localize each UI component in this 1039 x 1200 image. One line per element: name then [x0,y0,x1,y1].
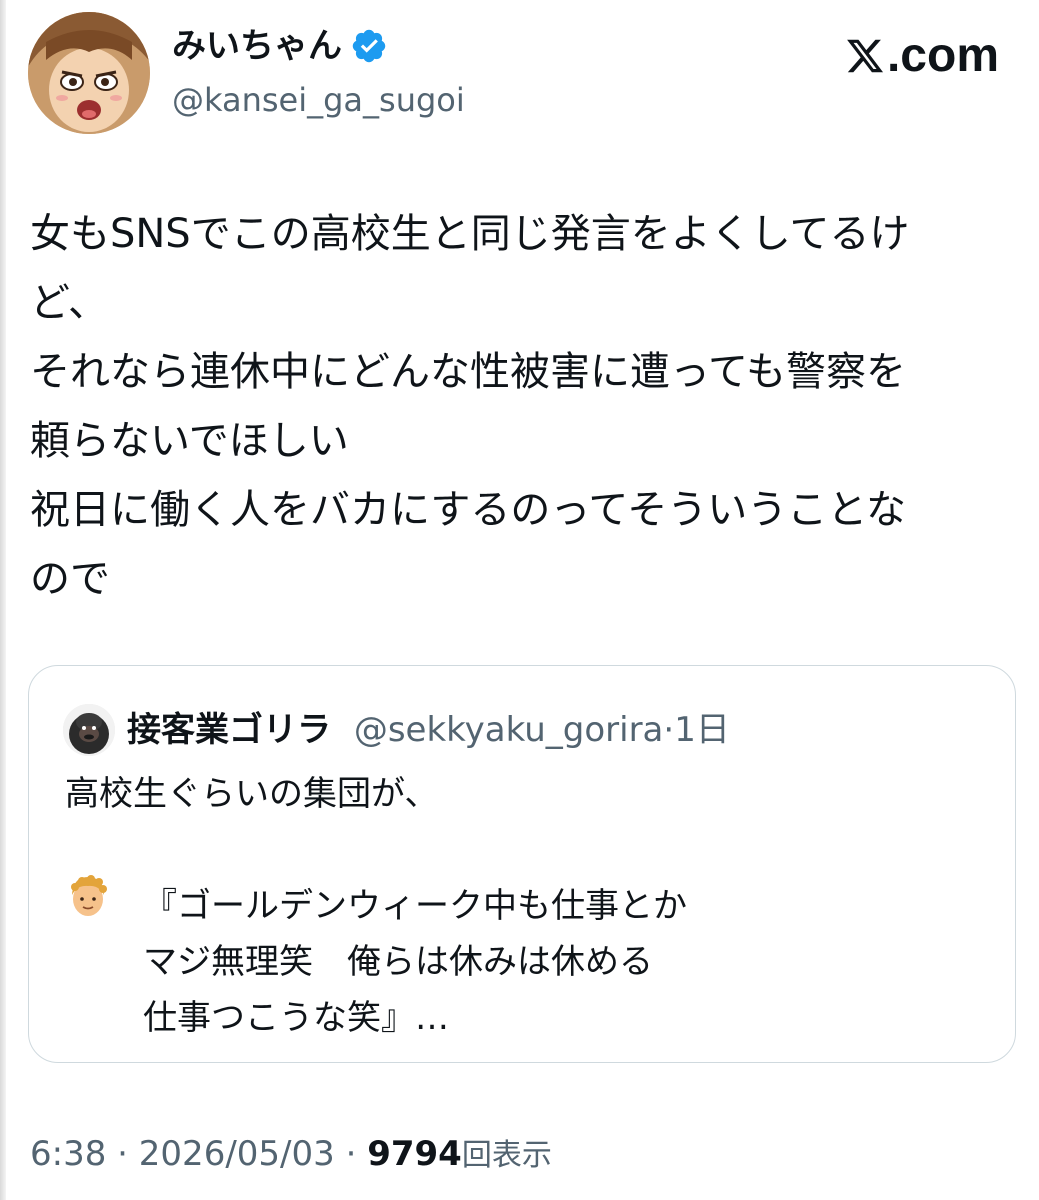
left-edge-strip [0,0,6,1200]
quoted-author-avatar[interactable] [63,704,115,756]
tweet-line: 頼らないでほしい [30,418,349,464]
author-handle[interactable]: @kansei_ga_sugoi [172,78,465,122]
x-com-brand: .com [845,30,999,82]
tweet-time[interactable]: 6:38 [30,1134,106,1174]
x-logo-icon [847,39,884,73]
person-emoji-icon [71,875,107,916]
gorilla-avatar-icon [63,704,115,756]
tweet-footer: 6:38 · 2026/05/03 · 9794回表示 [30,1130,552,1180]
x-com-text: .com [886,29,999,82]
verified-badge-icon [352,29,386,63]
tweet-text: 女もSNSでこの高校生と同じ発言をよくしてるけ ど、 それなら連休中にどんな性被… [30,200,1005,614]
quoted-line: 『ゴールデンウィーク中も仕事とか [143,886,687,926]
footer-separator: · [117,1134,128,1174]
author-name-text: みいちゃん [172,26,342,66]
tweet-date[interactable]: 2026/05/03 [139,1134,335,1174]
quoted-tweet-card[interactable]: 接客業ゴリラ @sekkyaku_gorira·1日 高校生ぐらいの集団が、 ​… [28,665,1016,1063]
author-avatar[interactable] [28,12,150,134]
quoted-tweet-header: 接客業ゴリラ @sekkyaku_gorira·1日 [127,704,730,756]
tweet-line: 祝日に働く人をバカにするのってそういうことな [30,487,906,533]
quoted-time-ago[interactable]: 1日 [674,710,730,750]
quoted-blank-line: ​ [65,822,687,878]
anime-character-avatar-icon [28,12,150,134]
quoted-author-handle[interactable]: @sekkyaku_gorira [354,710,664,750]
tweet-line: ので [30,556,110,602]
quoted-line: マジ無理笑 俺らは休みは休める [143,942,653,982]
quoted-line: 高校生ぐらいの集団が、 [65,774,439,814]
quoted-author-name[interactable]: 接客業ゴリラ [127,710,331,750]
views-label: 回表示 [461,1138,552,1173]
author-display-name[interactable]: みいちゃん [172,22,388,70]
tweet-line: 女もSNSでこの高校生と同じ発言をよくしてるけ [30,211,910,257]
tweet-line: ど、 [30,280,108,326]
tweet-line: それなら連休中にどんな性被害に遭っても警察を [30,349,906,395]
quoted-line: 仕事つこうな笑』… [143,998,449,1038]
footer-separator: · [345,1134,357,1174]
quoted-tweet-text: 高校生ぐらいの集団が、 ​ 『ゴールデンウィーク中も仕事とか マジ無理笑 俺らは… [65,766,687,1046]
quoted-separator: · [663,710,675,750]
views-count[interactable]: 9794 [367,1134,462,1174]
